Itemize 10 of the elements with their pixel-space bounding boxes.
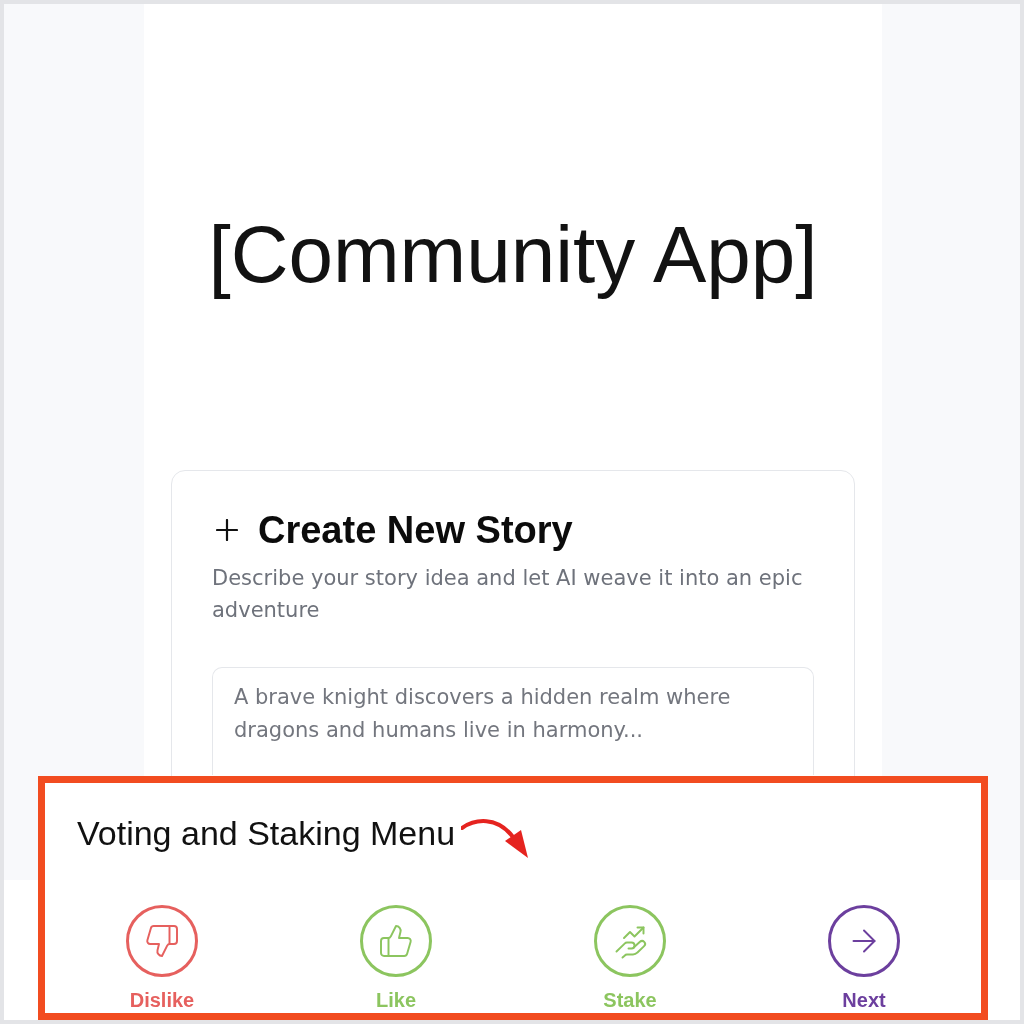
card-title: Create New Story: [258, 508, 573, 553]
like-button[interactable]: Like: [360, 905, 432, 1011]
dislike-button[interactable]: Dislike: [126, 905, 198, 1011]
story-idea-field[interactable]: A brave knight discovers a hidden realm where dragons and humans live in harmony...: [212, 667, 814, 775]
card-description: Describe your story idea and let AI weave it into an epic adventure: [212, 565, 804, 624]
app-title: [Community App]: [208, 209, 818, 301]
callout-label: Voting and Staking Menu: [77, 813, 456, 853]
stake-button[interactable]: Stake: [594, 905, 666, 1011]
next-button[interactable]: Next: [828, 905, 900, 1011]
plus-icon: [216, 519, 238, 541]
